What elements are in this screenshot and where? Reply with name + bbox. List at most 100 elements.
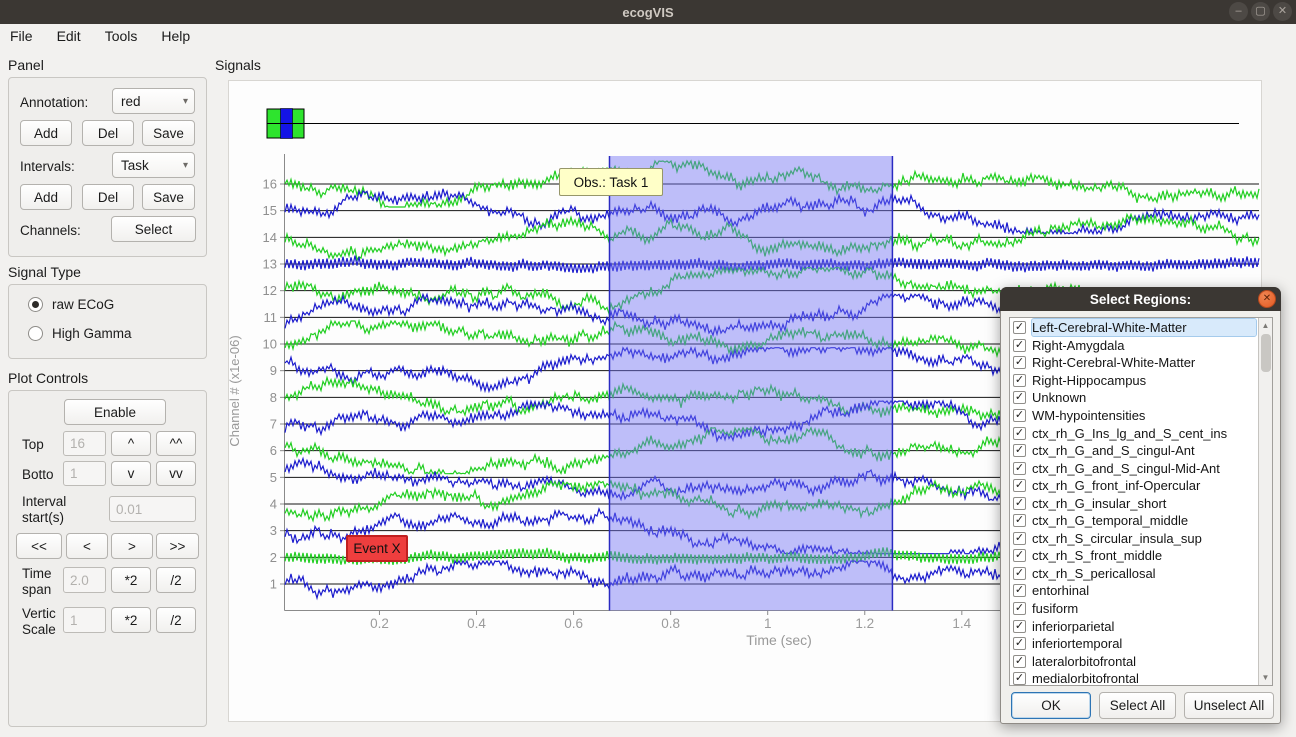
plot-controls-section-label: Plot Controls [8,370,88,386]
checkbox-checked-icon[interactable]: ✓ [1013,462,1026,475]
region-list-item[interactable]: ✓ctx_rh_S_circular_insula_sup [1010,530,1258,548]
checkbox-checked-icon[interactable]: ✓ [1013,620,1026,633]
region-list-item[interactable]: ✓Right-Amygdala [1010,337,1258,355]
checkbox-checked-icon[interactable]: ✓ [1013,391,1026,404]
interval-selection-region[interactable] [609,156,892,611]
checkbox-checked-icon[interactable]: ✓ [1013,497,1026,510]
region-list-item[interactable]: ✓Right-Cerebral-White-Matter [1010,354,1258,372]
list-scrollbar[interactable]: ▲ ▼ [1258,318,1272,685]
menu-file[interactable]: File [0,28,45,44]
dialog-titlebar[interactable]: Select Regions: ✕ [1000,287,1281,311]
intervals-del-button[interactable]: Del [82,184,134,210]
region-list-item[interactable]: ✓ctx_rh_G_insular_short [1010,494,1258,512]
channel-number-label: 4 [270,497,277,512]
checkbox-checked-icon[interactable]: ✓ [1013,374,1026,387]
checkbox-checked-icon[interactable]: ✓ [1013,444,1026,457]
region-list-item[interactable]: ✓ctx_rh_G_and_S_cingul-Mid-Ant [1010,459,1258,477]
close-icon[interactable]: ✕ [1273,2,1292,21]
checkbox-checked-icon[interactable]: ✓ [1013,672,1026,685]
page-back-button[interactable]: << [16,533,62,559]
bottom-input[interactable] [63,461,106,486]
timespan-mul2-button[interactable]: *2 [111,567,151,593]
checkbox-checked-icon[interactable]: ✓ [1013,339,1026,352]
select-all-button[interactable]: Select All [1099,692,1176,719]
interval-start-input[interactable] [109,496,196,522]
checkbox-checked-icon[interactable]: ✓ [1013,567,1026,580]
vertical-scale-input[interactable] [63,607,106,633]
checkbox-checked-icon[interactable]: ✓ [1013,637,1026,650]
region-list-item[interactable]: ✓ctx_rh_S_front_middle [1010,547,1258,565]
channel-upup-button[interactable]: ^^ [156,431,196,456]
scrollbar-thumb[interactable] [1261,334,1271,372]
region-list-item[interactable]: ✓ctx_rh_G_and_S_cingul-Ant [1010,442,1258,460]
region-list-item[interactable]: ✓ Right-Hippocampus [1010,372,1258,390]
annotation-save-button[interactable]: Save [142,120,195,146]
step-forward-button[interactable]: > [111,533,153,559]
dialog-close-icon[interactable]: ✕ [1258,290,1276,308]
channel-number-label: 9 [270,363,277,378]
ok-button[interactable]: OK [1011,692,1091,719]
maximize-icon[interactable]: ▢ [1251,2,1270,21]
vscale-div2-button[interactable]: /2 [156,607,196,633]
minimize-icon[interactable]: – [1229,2,1248,21]
checkbox-checked-icon[interactable]: ✓ [1013,321,1026,334]
intervals-save-button[interactable]: Save [142,184,195,210]
checkbox-checked-icon[interactable]: ✓ [1013,532,1026,545]
region-label: lateralorbitofrontal [1032,653,1258,670]
window-titlebar: ecogVIS – ▢ ✕ [0,0,1296,24]
y-axis-title: Channel # (x1e-06) [229,335,242,446]
time-span-input[interactable] [63,567,106,593]
region-label: Right-Hippocampus [1032,372,1258,389]
step-back-button[interactable]: < [66,533,108,559]
checkbox-checked-icon[interactable]: ✓ [1013,602,1026,615]
region-list-item[interactable]: ✓WM-hypointensities [1010,407,1258,425]
checkbox-checked-icon[interactable]: ✓ [1013,427,1026,440]
checkbox-checked-icon[interactable]: ✓ [1013,479,1026,492]
checkbox-checked-icon[interactable]: ✓ [1013,584,1026,597]
radio-raw-ecog[interactable]: raw ECoG [28,297,114,312]
channel-up-button[interactable]: ^ [111,431,151,456]
intervals-add-button[interactable]: Add [20,184,72,210]
radio-high-gamma[interactable]: High Gamma [28,326,132,341]
channel-downdown-button[interactable]: vv [156,461,196,486]
region-list-item[interactable]: ✓ctx_rh_S_pericallosal [1010,565,1258,583]
region-list-item[interactable]: ✓ctx_rh_G_front_inf-Opercular [1010,477,1258,495]
timespan-div2-button[interactable]: /2 [156,567,196,593]
region-list-item[interactable]: ✓Unknown [1010,389,1258,407]
top-input[interactable] [63,431,106,456]
region-list-item[interactable]: ✓inferiortemporal [1010,635,1258,653]
checkbox-checked-icon[interactable]: ✓ [1013,409,1026,422]
checkbox-checked-icon[interactable]: ✓ [1013,655,1026,668]
region-list-item[interactable]: ✓ctx_rh_G_Ins_lg_and_S_cent_ins [1010,424,1258,442]
region-list-item[interactable]: ✓medialorbitofrontal [1010,670,1258,686]
vertical-scale-label: Vertic Scale [22,606,67,638]
region-list-item[interactable]: ✓ fusiform [1010,600,1258,618]
scroll-up-icon[interactable]: ▲ [1259,321,1272,330]
vscale-mul2-button[interactable]: *2 [111,607,151,633]
annotation-del-button[interactable]: Del [82,120,134,146]
intervals-dropdown[interactable]: Task ▾ [112,152,195,178]
channel-down-button[interactable]: v [111,461,151,486]
region-label: fusiform [1032,600,1258,617]
checkbox-checked-icon[interactable]: ✓ [1013,514,1026,527]
region-list-item[interactable]: ✓inferiorparietal [1010,617,1258,635]
menu-edit[interactable]: Edit [45,28,93,44]
scroll-down-icon[interactable]: ▼ [1259,673,1272,682]
annotation-add-button[interactable]: Add [20,120,72,146]
checkbox-checked-icon[interactable]: ✓ [1013,549,1026,562]
event-marker[interactable]: Event X [346,535,408,562]
region-list-item[interactable]: ✓Left-Cerebral-White-Matter [1010,319,1258,337]
unselect-all-button[interactable]: Unselect All [1184,692,1274,719]
enable-button[interactable]: Enable [64,399,166,425]
region-list-item[interactable]: ✓ lateralorbitofrontal [1010,652,1258,670]
annotation-dropdown[interactable]: red ▾ [112,88,195,114]
channels-select-button[interactable]: Select [111,216,196,242]
checkbox-checked-icon[interactable]: ✓ [1013,356,1026,369]
channel-number-label: 6 [270,443,277,458]
regions-list[interactable]: ✓Left-Cerebral-White-Matter✓Right-Amygda… [1009,317,1273,686]
page-forward-button[interactable]: >> [156,533,199,559]
region-list-item[interactable]: ✓ctx_rh_G_temporal_middle [1010,512,1258,530]
region-list-item[interactable]: ✓entorhinal [1010,582,1258,600]
menu-tools[interactable]: Tools [93,28,150,44]
menu-help[interactable]: Help [149,28,202,44]
